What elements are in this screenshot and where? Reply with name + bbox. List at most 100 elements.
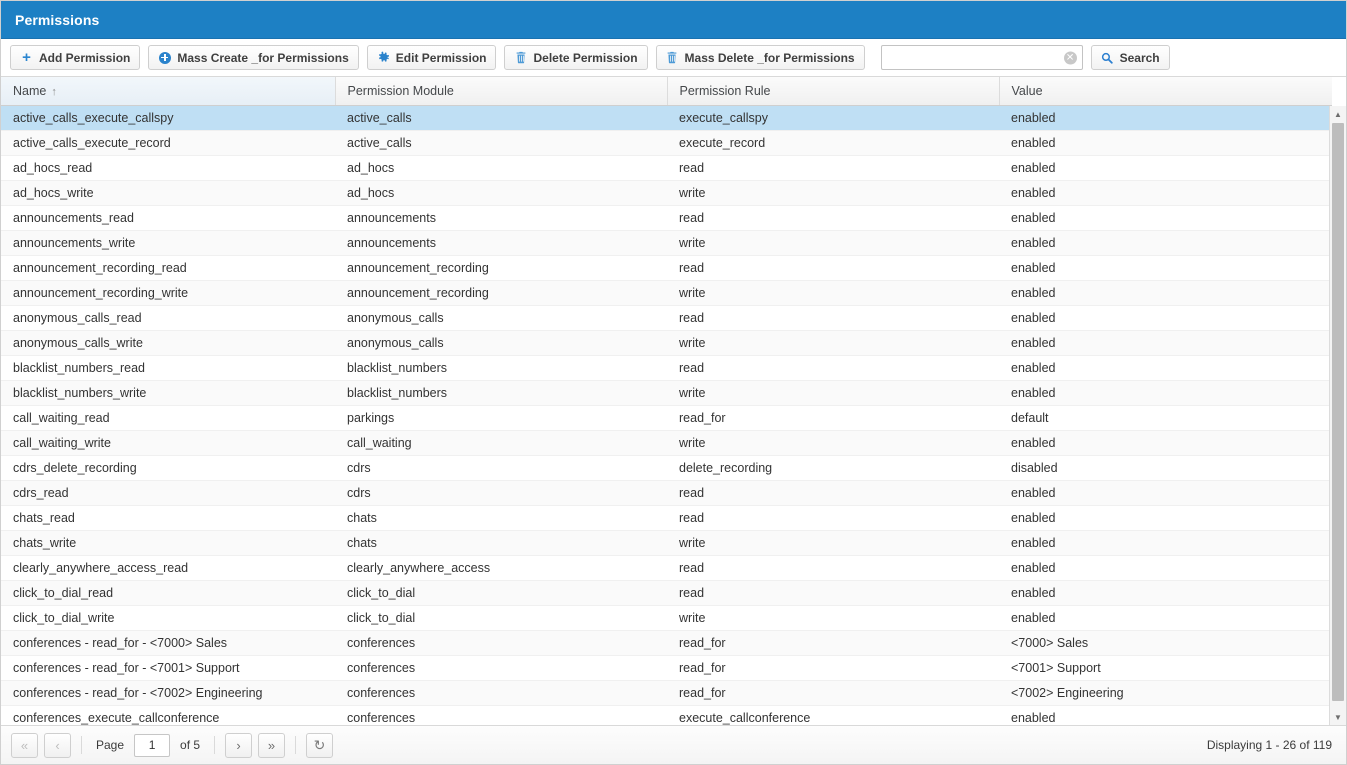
- window-titlebar: Permissions: [1, 1, 1346, 39]
- toolbar: + Add Permission Mass Create _for Permis…: [1, 39, 1346, 77]
- column-header-permission-rule[interactable]: Permission Rule: [667, 77, 1000, 106]
- table-row[interactable]: chats_write chats write enabled: [1, 530, 1332, 556]
- cell-permission-rule: write: [667, 430, 999, 456]
- cell-permission-module: call_waiting: [335, 430, 667, 456]
- edit-permission-label: Edit Permission: [395, 50, 487, 65]
- scroll-down-icon[interactable]: ▼: [1330, 709, 1346, 725]
- cell-permission-rule: write: [667, 230, 999, 256]
- cell-value: enabled: [999, 605, 1332, 631]
- column-header-name[interactable]: Name ↑: [1, 77, 336, 106]
- first-page-button[interactable]: «: [11, 732, 38, 758]
- table-row[interactable]: call_waiting_write call_waiting write enabl…: [1, 430, 1332, 456]
- cell-name: conferences - read_for - <7000> Sales: [1, 630, 335, 656]
- cell-permission-module: click_to_dial: [335, 605, 667, 631]
- column-header-permission-module-label: Permission Module: [347, 83, 454, 98]
- scrollbar-thumb[interactable]: [1332, 123, 1344, 701]
- add-permission-label: Add Permission: [39, 50, 131, 65]
- table-row[interactable]: blacklist_numbers_read blacklist_numbers r…: [1, 355, 1332, 381]
- table-row[interactable]: announcements_write announcements write ena…: [1, 230, 1332, 256]
- cell-value: enabled: [999, 280, 1332, 306]
- table-row[interactable]: announcement_recording_read announcement_…: [1, 255, 1332, 281]
- cell-permission-module: conferences: [335, 655, 667, 681]
- total-pages-label: of 5: [180, 738, 201, 752]
- search-button[interactable]: Search: [1090, 45, 1170, 70]
- cell-name: active_calls_execute_callspy: [1, 105, 335, 131]
- cell-value: enabled: [999, 230, 1332, 256]
- search-input[interactable]: [880, 45, 1083, 70]
- table-row[interactable]: click_to_dial_write click_to_dial write ena…: [1, 605, 1332, 631]
- edit-permission-button[interactable]: Edit Permission: [366, 45, 497, 70]
- scroll-up-icon[interactable]: ▲: [1330, 106, 1346, 122]
- table-row[interactable]: blacklist_numbers_write blacklist_numbers…: [1, 380, 1332, 406]
- cell-value: disabled: [999, 455, 1332, 481]
- cell-permission-rule: read: [667, 505, 999, 531]
- vertical-scrollbar[interactable]: ▲ ▼: [1329, 106, 1346, 725]
- delete-permission-button[interactable]: Delete Permission: [504, 45, 648, 70]
- cell-name: click_to_dial_read: [1, 580, 335, 606]
- table-row[interactable]: announcements_read announcements read enabl…: [1, 205, 1332, 231]
- cell-name: conferences - read_for - <7002> Engineer…: [1, 680, 335, 706]
- mass-create-permissions-button[interactable]: Mass Create _for Permissions: [148, 45, 359, 70]
- cell-name: cdrs_delete_recording: [1, 455, 335, 481]
- column-header-permission-module[interactable]: Permission Module: [335, 77, 668, 106]
- cell-name: chats_read: [1, 505, 335, 531]
- table-row[interactable]: call_waiting_read parkings read_for default: [1, 405, 1332, 431]
- cell-value: enabled: [999, 430, 1332, 456]
- cell-permission-rule: write: [667, 330, 999, 356]
- mass-delete-permissions-button[interactable]: Mass Delete _for Permissions: [655, 45, 865, 70]
- cell-value: enabled: [999, 530, 1332, 556]
- cell-permission-rule: read_for: [667, 630, 999, 656]
- table-row[interactable]: conferences - read_for - <7002> Engineer…: [1, 680, 1332, 706]
- cell-value: <7000> Sales: [999, 630, 1332, 656]
- circle-plus-icon: [158, 51, 171, 64]
- cell-permission-module: cdrs: [335, 480, 667, 506]
- table-row[interactable]: chats_read chats read enabled: [1, 505, 1332, 531]
- refresh-button[interactable]: ↻: [306, 732, 334, 758]
- cell-value: enabled: [999, 380, 1332, 406]
- cell-value: enabled: [999, 205, 1332, 231]
- table-row[interactable]: ad_hocs_read ad_hocs read enabled: [1, 155, 1332, 181]
- table-row[interactable]: active_calls_execute_record active_calls e…: [1, 130, 1332, 156]
- cell-permission-rule: read: [667, 355, 999, 381]
- column-header-name-label: Name: [13, 83, 47, 98]
- next-page-button[interactable]: ›: [225, 732, 253, 758]
- table-row[interactable]: conferences_execute_callconference confer…: [1, 705, 1332, 725]
- table-row[interactable]: cdrs_read cdrs read enabled: [1, 480, 1332, 506]
- cell-name: click_to_dial_write: [1, 605, 335, 631]
- permissions-table: Name ↑ Permission Module Permission Rule …: [1, 77, 1332, 725]
- table-row[interactable]: announcement_recording_write announcement…: [1, 280, 1332, 306]
- cell-permission-module: ad_hocs: [335, 155, 667, 181]
- cell-value: enabled: [999, 130, 1332, 156]
- cell-name: call_waiting_write: [1, 430, 335, 456]
- plus-icon: +: [22, 48, 31, 66]
- pager-separator: [295, 736, 297, 754]
- table-row[interactable]: cdrs_delete_recording cdrs delete_recordin…: [1, 455, 1332, 481]
- table-row[interactable]: click_to_dial_read click_to_dial read enabl…: [1, 580, 1332, 606]
- cell-permission-module: chats: [335, 505, 667, 531]
- last-page-button[interactable]: »: [258, 732, 286, 758]
- refresh-icon: ↻: [313, 736, 326, 753]
- add-permission-button[interactable]: + Add Permission: [10, 45, 141, 70]
- cell-permission-rule: read: [667, 305, 999, 331]
- cell-permission-module: anonymous_calls: [335, 330, 667, 356]
- table-row[interactable]: clearly_anywhere_access_read clearly_anyw…: [1, 555, 1332, 581]
- column-header-permission-rule-label: Permission Rule: [679, 83, 771, 98]
- column-header-value[interactable]: Value: [999, 77, 1332, 106]
- table-row[interactable]: ad_hocs_write ad_hocs write enabled: [1, 180, 1332, 206]
- cell-permission-rule: read: [667, 580, 999, 606]
- page-number-input[interactable]: [134, 733, 171, 757]
- cell-permission-module: conferences: [335, 630, 667, 656]
- table-row[interactable]: conferences - read_for - <7001> Support c…: [1, 655, 1332, 681]
- table-row[interactable]: anonymous_calls_read anonymous_calls read e…: [1, 305, 1332, 331]
- table-row[interactable]: active_calls_execute_callspy active_calls…: [1, 105, 1332, 131]
- cell-name: call_waiting_read: [1, 405, 335, 431]
- mass-delete-permissions-label: Mass Delete _for Permissions: [684, 50, 855, 65]
- previous-page-button[interactable]: ‹: [44, 732, 71, 758]
- cell-permission-rule: write: [667, 530, 999, 556]
- clear-search-icon[interactable]: ✕: [1063, 51, 1077, 64]
- cell-value: enabled: [999, 255, 1332, 281]
- cell-permission-module: parkings: [335, 405, 667, 431]
- pagination-bar: « ‹ Page of 5 › » ↻ Displaying 1 - 26 of…: [1, 726, 1346, 764]
- table-row[interactable]: anonymous_calls_write anonymous_calls writ…: [1, 330, 1332, 356]
- table-row[interactable]: conferences - read_for - <7000> Sales con…: [1, 630, 1332, 656]
